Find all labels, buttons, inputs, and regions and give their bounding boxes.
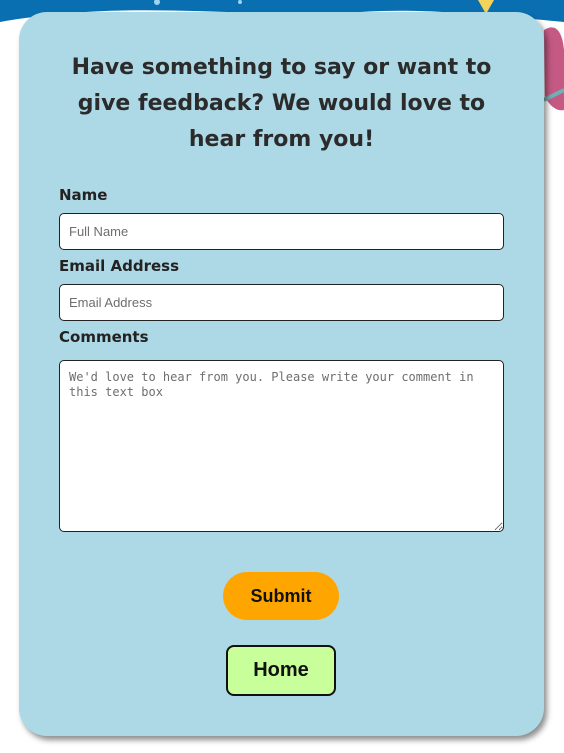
comments-textarea[interactable] — [59, 360, 504, 532]
background-dot — [238, 0, 242, 4]
email-label: Email Address — [59, 257, 180, 275]
comments-label: Comments — [59, 328, 149, 346]
name-label: Name — [59, 186, 108, 204]
page-heading: Have something to say or want to give fe… — [71, 55, 492, 152]
email-input[interactable] — [59, 284, 504, 321]
submit-button[interactable]: Submit — [223, 572, 339, 620]
feedback-card: Have something to say or want to give fe… — [19, 12, 544, 736]
name-input[interactable] — [59, 213, 504, 250]
home-button[interactable]: Home — [226, 645, 336, 696]
